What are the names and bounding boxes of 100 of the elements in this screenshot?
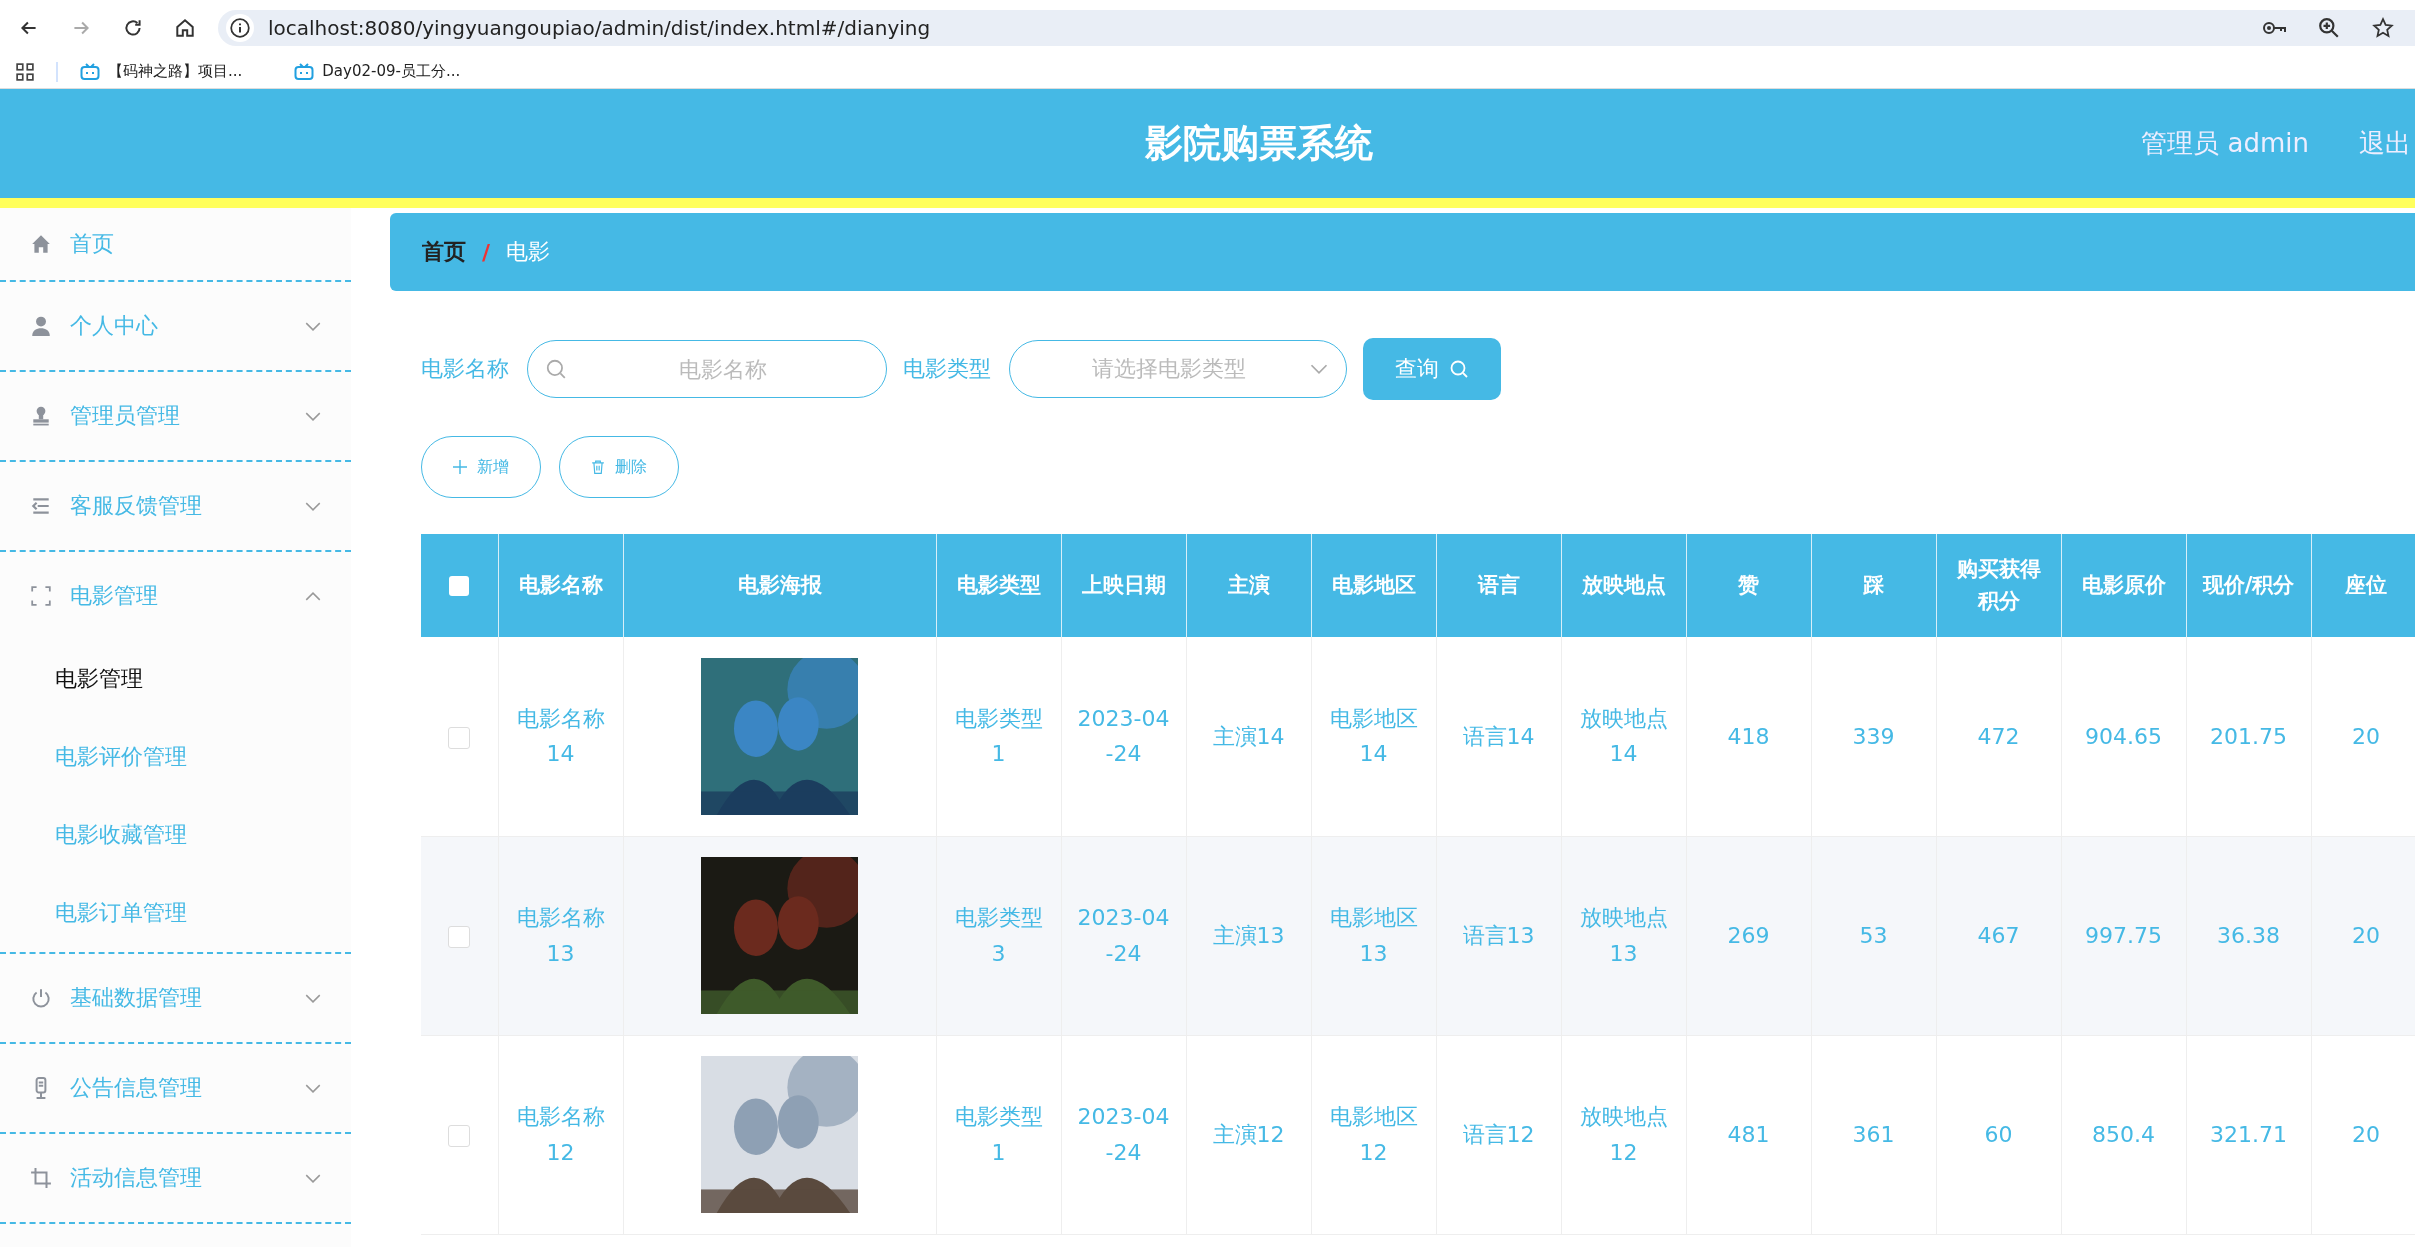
table-cell: 997.75	[2085, 922, 2162, 948]
table-cell: 201.75	[2210, 723, 2287, 749]
table-cell: 361	[1852, 1121, 1895, 1147]
delete-button[interactable]: 删除	[559, 436, 679, 498]
table-cell: 2023-04-24	[1077, 905, 1170, 966]
stamp-icon	[30, 405, 52, 427]
table-cell: 主演13	[1212, 922, 1285, 948]
table-cell: 472	[1977, 723, 2020, 749]
bookmark[interactable]: Day02-09-员工分...	[294, 62, 491, 81]
frame-icon	[30, 585, 52, 607]
table-cell: 电影地区14	[1329, 706, 1418, 767]
app-title: 影院购票系统	[1145, 120, 1373, 167]
table-cell: 电影类型1	[954, 1104, 1043, 1165]
apps-icon[interactable]	[16, 62, 34, 81]
table-cell: 850.4	[2092, 1121, 2155, 1147]
user-name: 管理员 admin	[2141, 127, 2309, 160]
table-cell: 2023-04-24	[1077, 706, 1170, 767]
submenu-item[interactable]: 电影评价管理	[0, 718, 351, 796]
column-header: 电影地区	[1331, 572, 1416, 597]
tv-icon	[294, 62, 315, 81]
chevron-icon	[1310, 364, 1328, 374]
table-cell: 339	[1852, 723, 1895, 749]
breadcrumb-link[interactable]: 电影	[506, 237, 551, 267]
menu-item[interactable]: 管理员管理	[0, 372, 351, 460]
menu-item[interactable]: 电影管理	[0, 552, 351, 640]
tv-icon	[80, 62, 100, 81]
table-cell: 电影名称13	[516, 905, 605, 966]
table-cell: 481	[1727, 1121, 1770, 1147]
table-cell: 20	[2352, 723, 2380, 749]
row-checkbox[interactable]	[448, 1124, 471, 1147]
menu-item[interactable]: 客服反馈管理	[0, 462, 351, 550]
table-cell: 语言12	[1462, 1121, 1535, 1147]
column-header: 电影原价	[2081, 572, 2166, 597]
menu-item[interactable]: 活动信息管理	[0, 1134, 351, 1222]
menu-item[interactable]: 公告信息管理	[0, 1044, 351, 1132]
menu-item[interactable]: 个人中心	[0, 282, 351, 370]
submenu-item[interactable]: 电影收藏管理	[0, 796, 351, 874]
row-checkbox[interactable]	[448, 726, 471, 749]
column-header: 主演	[1227, 572, 1270, 597]
add-button[interactable]: 新增	[421, 436, 541, 498]
column-header: 上映日期	[1081, 572, 1166, 597]
home-icon[interactable]	[174, 16, 196, 39]
table-cell: 放映地点14	[1579, 706, 1668, 767]
table-cell: 放映地点12	[1579, 1104, 1668, 1165]
table-cell: 321.71	[2210, 1121, 2287, 1147]
table-cell: 电影地区13	[1329, 905, 1418, 966]
search-field[interactable]: 电影名称	[527, 340, 887, 398]
table-cell: 电影地区12	[1329, 1104, 1418, 1165]
column-header: 踩	[1863, 572, 1884, 597]
submenu-item[interactable]: 电影管理	[0, 640, 351, 718]
trash-icon	[591, 460, 605, 474]
query-button[interactable]: 查询	[1363, 338, 1501, 400]
breadcrumb-link[interactable]: 首页	[422, 237, 466, 267]
table-cell: 放映地点13	[1579, 905, 1668, 966]
url-text: localhost:8080/yingyuangoupiao/admin/dist/index.html#/dianying	[268, 15, 931, 40]
table-cell: 36.38	[2217, 922, 2280, 948]
table-cell: 20	[2352, 922, 2380, 948]
column-header: 购买获得积分	[1956, 557, 2041, 613]
column-header: 语言	[1477, 572, 1520, 597]
submenu-item[interactable]: 电影订单管理	[0, 874, 351, 952]
logout-link[interactable]: 退出	[2359, 126, 2415, 161]
table-cell: 语言14	[1462, 723, 1535, 749]
table-cell: 电影类型3	[954, 905, 1043, 966]
search-icon	[1449, 359, 1469, 379]
search-icon	[545, 358, 567, 380]
info-icon[interactable]	[226, 13, 254, 42]
crop-icon	[30, 1167, 52, 1189]
menu-item[interactable]: 基础数据管理	[0, 954, 351, 1042]
column-header: 电影类型	[956, 572, 1041, 597]
table-cell: 53	[1859, 922, 1888, 948]
table-cell: 269	[1727, 922, 1770, 948]
plus-icon	[453, 460, 467, 474]
column-header: 电影名称	[518, 572, 603, 597]
table-cell: 418	[1727, 723, 1770, 749]
table-cell: 467	[1977, 922, 2020, 948]
menu-item[interactable]: 首页	[0, 208, 351, 280]
column-header: 电影海报	[737, 572, 822, 597]
bookmark[interactable]: 【码神之路】项目...	[80, 62, 273, 81]
column-header: 座位	[2345, 572, 2387, 597]
column-header: 赞	[1738, 572, 1759, 597]
table-cell: 60	[1984, 1121, 2013, 1147]
address-bar[interactable]: localhost:8080/yingyuangoupiao/admin/dist/index.html#/dianying	[218, 9, 2415, 46]
row-checkbox[interactable]	[448, 925, 471, 948]
zoom-icon[interactable]	[2317, 16, 2341, 39]
table-cell: 主演12	[1212, 1121, 1285, 1147]
table-cell: 电影名称12	[516, 1104, 605, 1165]
table-cell: 20	[2352, 1121, 2380, 1147]
field-label: 电影名称	[421, 355, 509, 383]
power-icon	[30, 987, 52, 1009]
table-cell: 语言13	[1462, 922, 1535, 948]
column-header: 放映地点	[1581, 572, 1666, 597]
home-icon	[30, 233, 52, 255]
select-all-checkbox[interactable]	[449, 575, 470, 596]
field-label: 电影类型	[903, 355, 991, 383]
breadcrumb-separator: /	[482, 239, 491, 265]
table-cell: 电影类型1	[954, 706, 1043, 767]
list-icon	[30, 495, 52, 517]
table-cell: 904.65	[2085, 723, 2162, 749]
star-icon[interactable]	[2371, 16, 2395, 39]
table-cell: 2023-04-24	[1077, 1104, 1170, 1165]
